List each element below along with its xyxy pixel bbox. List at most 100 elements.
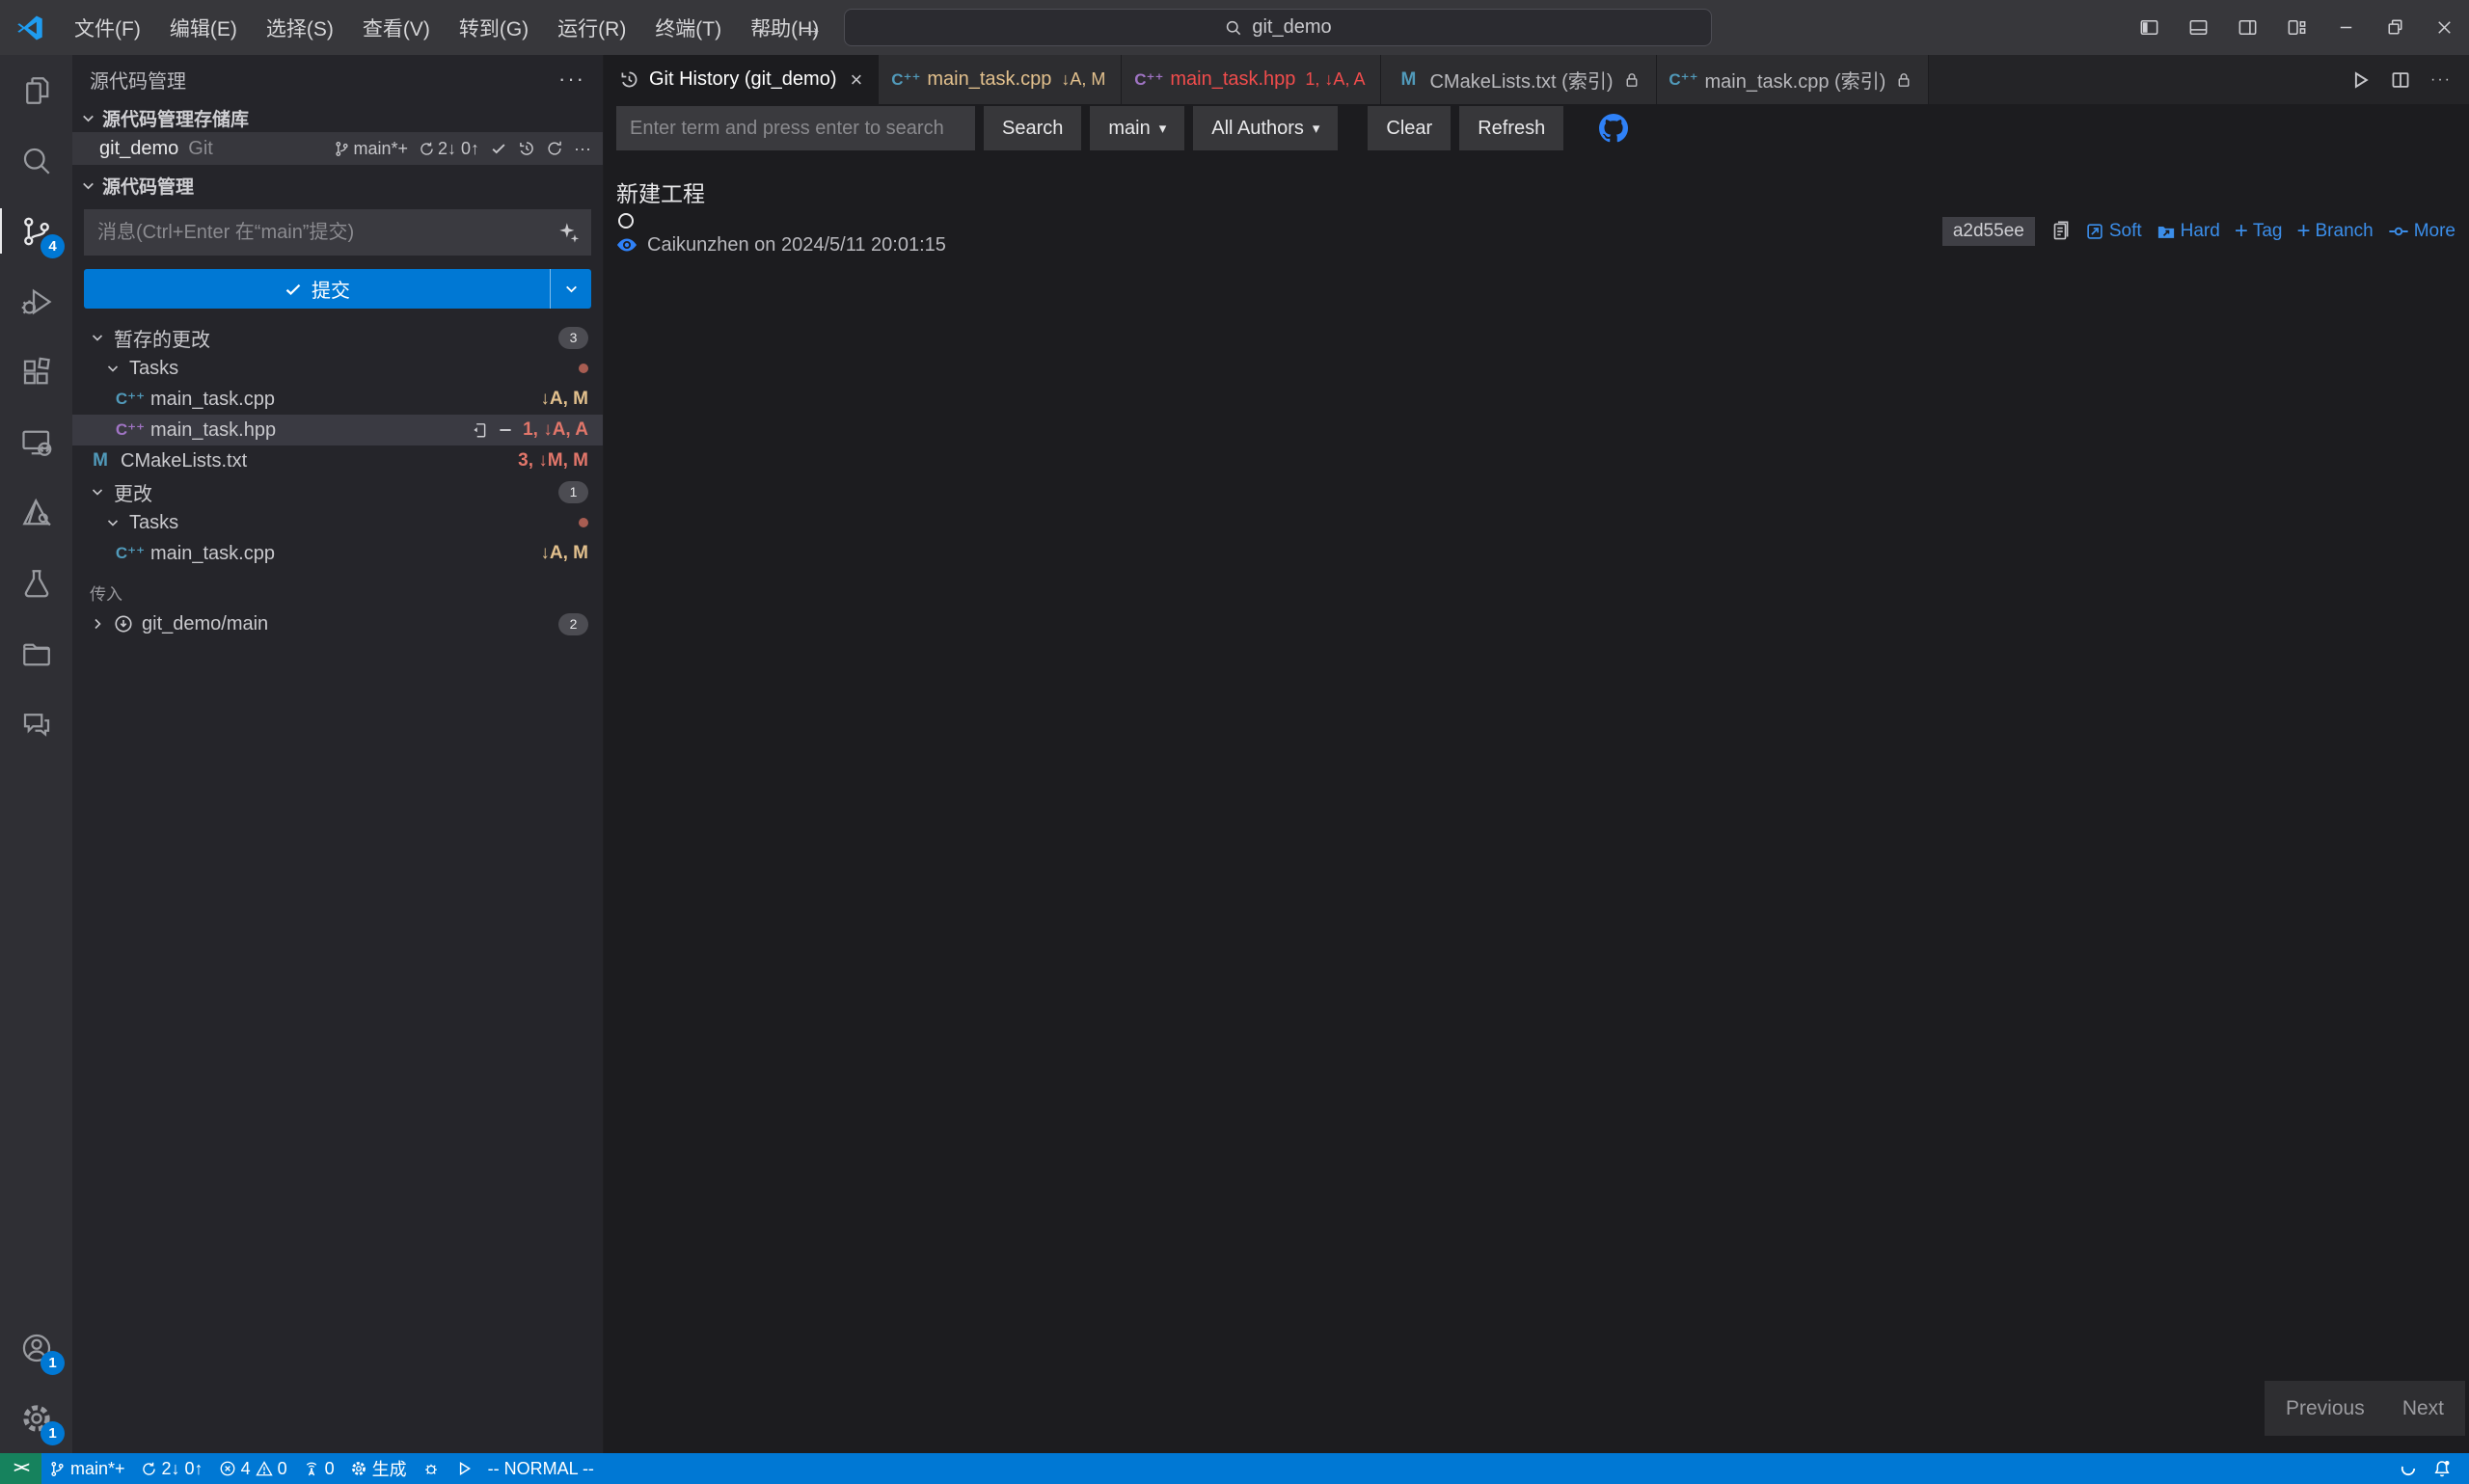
- menu-go[interactable]: 转到(G): [445, 0, 543, 55]
- command-center-search[interactable]: git_demo: [844, 9, 1712, 46]
- folder-tasks[interactable]: Tasks: [72, 353, 603, 384]
- repo-more-icon[interactable]: ···: [574, 139, 591, 159]
- forward-icon[interactable]: →: [798, 13, 824, 42]
- sync-indicator[interactable]: 2↓ 0↑: [419, 139, 479, 159]
- commit-check-icon[interactable]: [490, 140, 507, 157]
- staged-file-main-task-hpp[interactable]: C⁺⁺ main_task.hpp 1, ↓A, A: [72, 415, 603, 445]
- incoming-branch-row[interactable]: git_demo/main 2: [72, 608, 603, 639]
- minimize-icon[interactable]: [2321, 0, 2371, 55]
- clear-button[interactable]: Clear: [1368, 106, 1451, 150]
- cpp-file-icon: C⁺⁺: [894, 70, 917, 90]
- section-staged-changes[interactable]: 暂存的更改 3: [72, 322, 603, 353]
- more-link[interactable]: More: [2388, 221, 2455, 242]
- run-debug-icon[interactable]: [0, 266, 72, 337]
- menu-file[interactable]: 文件(F): [60, 0, 155, 55]
- incoming-count-badge: 2: [558, 613, 588, 635]
- staged-file-cmakelists[interactable]: M CMakeLists.txt 3, ↓M, M: [72, 445, 603, 476]
- statusbar-build[interactable]: 生成: [342, 1453, 415, 1484]
- section-repositories[interactable]: 源代码管理存储库: [72, 103, 603, 132]
- tab-main-task-cpp[interactable]: C⁺⁺ main_task.cpp ↓A, M: [879, 55, 1122, 104]
- source-control-icon[interactable]: 4: [0, 196, 72, 266]
- menu-view[interactable]: 查看(V): [348, 0, 445, 55]
- toggle-secondary-sidebar-icon[interactable]: [2223, 0, 2272, 55]
- repo-row-git-demo[interactable]: git_demo Git main*+ 2↓ 0↑: [72, 132, 603, 165]
- search-button[interactable]: Search: [984, 106, 1081, 150]
- hpp-file-icon: C⁺⁺: [119, 420, 142, 440]
- toggle-primary-sidebar-icon[interactable]: [2125, 0, 2174, 55]
- commit-button[interactable]: 提交: [84, 269, 550, 309]
- statusbar-branch[interactable]: main*+: [41, 1453, 133, 1484]
- close-icon[interactable]: [2420, 0, 2469, 55]
- changed-file-main-task-cpp[interactable]: C⁺⁺ main_task.cpp ↓A, M: [72, 538, 603, 569]
- chevron-down-icon: [90, 330, 105, 345]
- radio-tower-icon: [303, 1460, 320, 1477]
- back-icon[interactable]: ←: [754, 13, 780, 42]
- sparkle-ai-icon[interactable]: [556, 220, 582, 245]
- section-scm[interactable]: 源代码管理: [72, 171, 603, 200]
- explorer-icon[interactable]: [0, 55, 72, 125]
- extensions-icon[interactable]: [0, 337, 72, 407]
- reset-soft-link[interactable]: Soft: [2085, 221, 2142, 242]
- split-editor-icon[interactable]: [2390, 69, 2411, 91]
- history-icon[interactable]: [518, 140, 535, 157]
- tab-main-task-cpp-index[interactable]: C⁺⁺ main_task.cpp (索引): [1657, 55, 1930, 104]
- tab-main-task-hpp[interactable]: C⁺⁺ main_task.hpp 1, ↓A, A: [1122, 55, 1381, 104]
- folder-tasks[interactable]: Tasks: [72, 507, 603, 538]
- tab-cmakelists-index[interactable]: M CMakeLists.txt (索引): [1381, 55, 1656, 104]
- project-manager-icon[interactable]: [0, 618, 72, 688]
- search-icon[interactable]: [0, 125, 72, 196]
- branch-filter-dropdown[interactable]: main ▾: [1090, 106, 1184, 150]
- add-tag-link[interactable]: + Tag: [2235, 220, 2283, 243]
- remote-indicator[interactable]: ><: [0, 1453, 41, 1484]
- next-button[interactable]: Next: [2402, 1397, 2444, 1420]
- remote-explorer-icon[interactable]: [0, 407, 72, 477]
- accounts-icon[interactable]: 1: [0, 1312, 72, 1383]
- refresh-button[interactable]: Refresh: [1459, 106, 1563, 150]
- more-actions-icon[interactable]: ···: [558, 67, 585, 92]
- chevron-down-icon: ▾: [1313, 120, 1320, 137]
- toggle-panel-icon[interactable]: [2174, 0, 2223, 55]
- comments-icon[interactable]: [0, 688, 72, 759]
- run-file-icon[interactable]: [2349, 69, 2371, 91]
- git-status: ↓A, M: [540, 389, 588, 410]
- settings-gear-icon[interactable]: 1: [0, 1383, 72, 1453]
- menu-edit[interactable]: 编辑(E): [155, 0, 252, 55]
- notifications-bell-icon[interactable]: [2425, 1459, 2459, 1478]
- staged-file-main-task-cpp[interactable]: C⁺⁺ main_task.cpp ↓A, M: [72, 384, 603, 415]
- open-file-icon[interactable]: [471, 421, 488, 439]
- unstage-minus-icon[interactable]: [497, 421, 514, 439]
- github-icon[interactable]: [1599, 114, 1628, 143]
- add-branch-link[interactable]: + Branch: [2296, 220, 2373, 243]
- vim-mode[interactable]: -- NORMAL --: [480, 1453, 602, 1484]
- statusbar-run[interactable]: [448, 1453, 480, 1484]
- commit-message-input[interactable]: [84, 209, 591, 256]
- statusbar-debug[interactable]: [415, 1453, 448, 1484]
- refresh-icon[interactable]: [546, 140, 563, 157]
- section-changes[interactable]: 更改 1: [72, 476, 603, 507]
- author-filter-dropdown[interactable]: All Authors ▾: [1193, 106, 1338, 150]
- history-search-input[interactable]: [616, 106, 975, 150]
- previous-button[interactable]: Previous: [2286, 1397, 2365, 1420]
- plus-icon: +: [2235, 220, 2248, 243]
- commit-graph-node[interactable]: [618, 213, 634, 229]
- restore-icon[interactable]: [2371, 0, 2420, 55]
- close-tab-icon[interactable]: ×: [851, 67, 863, 93]
- testing-icon[interactable]: [0, 548, 72, 618]
- editor-area: Git History (git_demo) × C⁺⁺ main_task.c…: [604, 55, 2469, 1453]
- statusbar-sync[interactable]: 2↓ 0↑: [133, 1453, 211, 1484]
- statusbar-ports[interactable]: 0: [295, 1453, 342, 1484]
- customize-layout-icon[interactable]: [2272, 0, 2321, 55]
- tab-git-history[interactable]: Git History (git_demo) ×: [604, 55, 879, 104]
- editor-more-icon[interactable]: ···: [2430, 71, 2452, 89]
- branch-indicator[interactable]: main*+: [334, 139, 408, 159]
- cmake-icon[interactable]: [0, 477, 72, 548]
- menu-run[interactable]: 运行(R): [543, 0, 640, 55]
- menu-selection[interactable]: 选择(S): [252, 0, 348, 55]
- commit-dropdown-button[interactable]: [550, 269, 591, 309]
- activity-bar: 4 1 1: [0, 55, 73, 1453]
- reset-hard-link[interactable]: Hard: [2157, 221, 2220, 242]
- lock-icon: [1623, 71, 1641, 89]
- statusbar-problems[interactable]: 4 0: [211, 1453, 295, 1484]
- menu-terminal[interactable]: 终端(T): [640, 0, 736, 55]
- copy-hash-icon[interactable]: [2049, 221, 2071, 242]
